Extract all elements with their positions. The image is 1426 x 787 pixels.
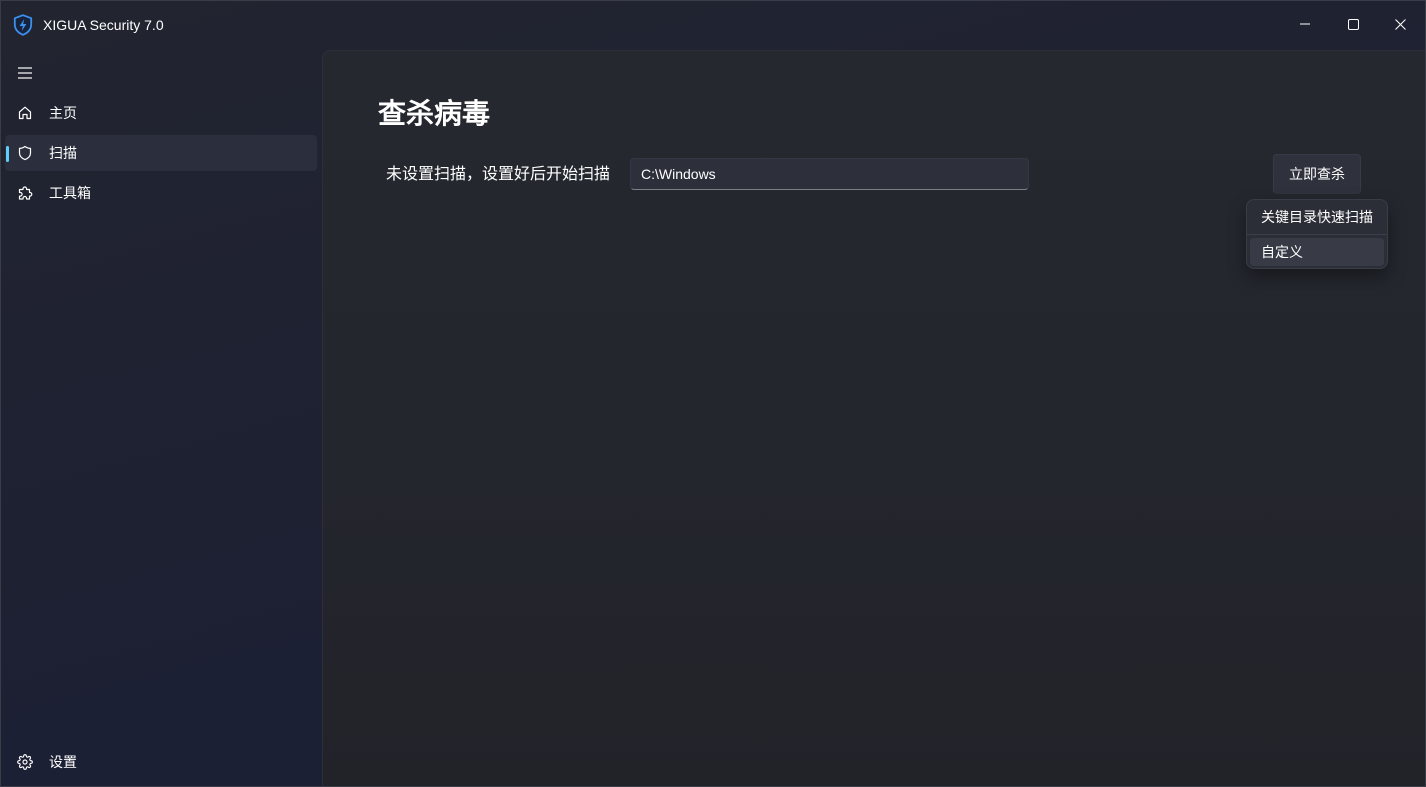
main-panel: 查杀病毒 未设置扫描，设置好后开始扫描 立即查杀 关键目录快速扫描 自定义 xyxy=(322,50,1426,787)
menu-item-quick-scan[interactable]: 关键目录快速扫描 xyxy=(1250,203,1384,231)
sidebar-item-home[interactable]: 主页 xyxy=(5,95,317,131)
sidebar-item-label: 设置 xyxy=(49,754,77,770)
gear-icon xyxy=(17,754,33,770)
close-button[interactable] xyxy=(1377,0,1423,48)
nav-toggle-button[interactable] xyxy=(5,55,45,91)
minimize-icon xyxy=(1300,23,1310,25)
window-title: XIGUA Security 7.0 xyxy=(43,17,164,33)
title-bar: XIGUA Security 7.0 xyxy=(0,0,1426,50)
puzzle-icon xyxy=(18,186,33,200)
shield-lightning-icon xyxy=(13,14,33,36)
scan-now-button[interactable]: 立即查杀 xyxy=(1273,154,1361,194)
sidebar-item-settings[interactable]: 设置 xyxy=(5,744,317,780)
app-window: XIGUA Security 7.0 主页 扫描 工具箱 设置 查杀病毒 未设置… xyxy=(0,0,1426,787)
shield-icon xyxy=(18,145,32,161)
close-icon xyxy=(1394,18,1406,30)
selection-indicator xyxy=(6,146,9,162)
sidebar-item-label: 扫描 xyxy=(49,145,77,161)
sidebar-item-label: 主页 xyxy=(49,105,77,121)
hamburger-icon xyxy=(18,67,32,79)
sidebar-item-scan[interactable]: 扫描 xyxy=(5,135,317,171)
sidebar-item-label: 工具箱 xyxy=(49,185,91,201)
home-icon xyxy=(18,106,32,120)
scan-mode-menu: 关键目录快速扫描 自定义 xyxy=(1246,199,1388,269)
maximize-button[interactable] xyxy=(1330,0,1376,48)
menu-item-custom[interactable]: 自定义 xyxy=(1250,238,1384,266)
minimize-button[interactable] xyxy=(1282,0,1328,48)
menu-separator xyxy=(1247,234,1387,235)
scan-status-label: 未设置扫描，设置好后开始扫描 xyxy=(386,166,611,183)
maximize-icon xyxy=(1347,18,1359,30)
sidebar-item-toolbox[interactable]: 工具箱 xyxy=(5,175,317,211)
scan-path-input[interactable] xyxy=(630,158,1029,190)
sidebar: 主页 扫描 工具箱 设置 xyxy=(0,50,322,787)
page-title: 查杀病毒 xyxy=(378,98,491,129)
